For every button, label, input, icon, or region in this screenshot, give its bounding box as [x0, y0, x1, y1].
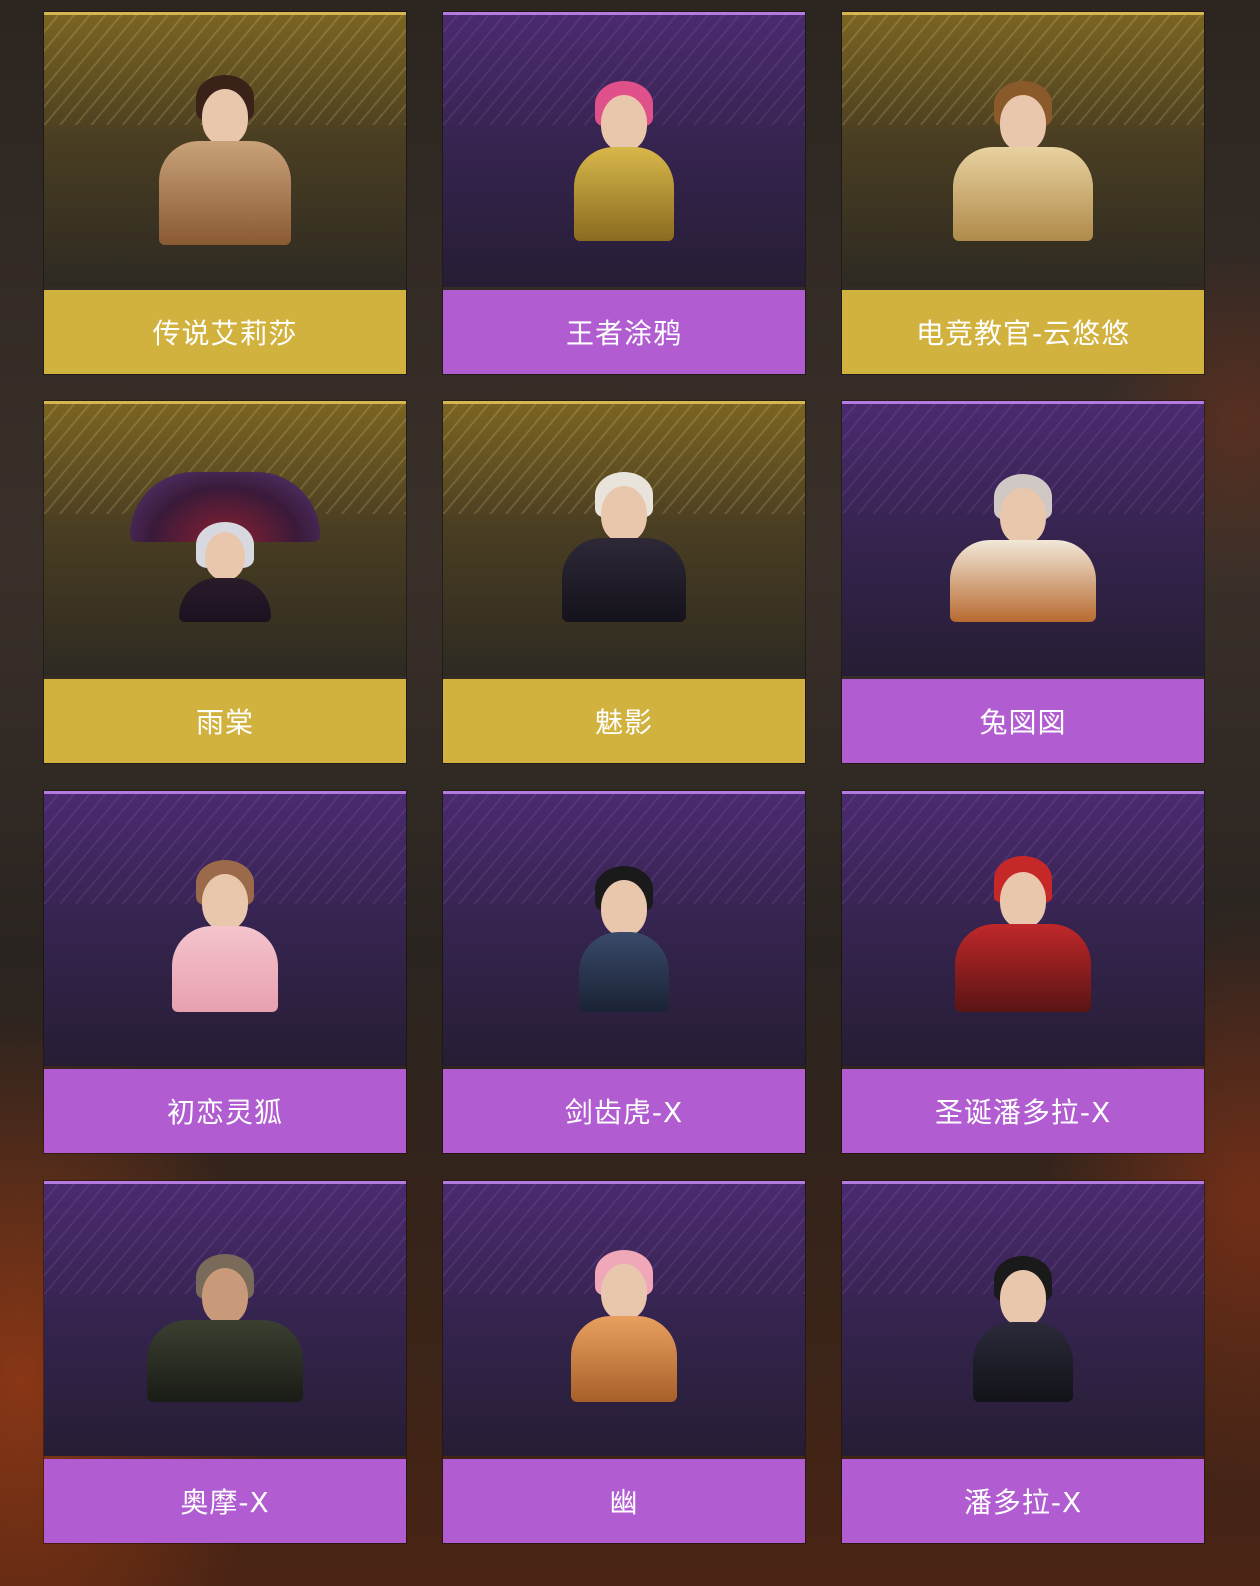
character-name: 传说艾莉莎 — [44, 290, 406, 374]
character-name: 魅影 — [443, 679, 805, 763]
character-name: 幽 — [443, 1459, 805, 1543]
character-portrait — [443, 12, 805, 287]
character-portrait — [443, 401, 805, 676]
character-card[interactable]: 奥摩-X — [44, 1181, 406, 1543]
character-portrait-icon — [170, 860, 280, 1012]
character-card[interactable]: 初恋灵狐 — [44, 791, 406, 1153]
character-portrait — [842, 1181, 1204, 1456]
character-portrait — [842, 401, 1204, 676]
character-portrait — [443, 791, 805, 1066]
character-card[interactable]: 王者涂鸦 — [443, 12, 805, 374]
character-grid: 传说艾莉莎 王者涂鸦 电竞教官-云悠悠 雨棠 魅影 兔図図 初恋灵狐 剑齿虎-X… — [0, 0, 1260, 1586]
character-portrait — [842, 791, 1204, 1066]
character-portrait-icon — [559, 472, 689, 622]
character-portrait — [842, 12, 1204, 287]
character-card[interactable]: 雨棠 — [44, 401, 406, 763]
character-portrait-icon — [576, 866, 672, 1012]
character-card[interactable]: 传说艾莉莎 — [44, 12, 406, 374]
character-portrait-icon — [953, 856, 1093, 1012]
character-name: 奥摩-X — [44, 1459, 406, 1543]
character-card[interactable]: 电竞教官-云悠悠 — [842, 12, 1204, 374]
character-name: 王者涂鸦 — [443, 290, 805, 374]
character-portrait — [44, 791, 406, 1066]
character-name: 兔図図 — [842, 679, 1204, 763]
character-portrait-icon — [155, 75, 295, 245]
character-name: 圣诞潘多拉-X — [842, 1069, 1204, 1153]
character-portrait-icon — [145, 1254, 305, 1402]
character-card[interactable]: 剑齿虎-X — [443, 791, 805, 1153]
character-name: 电竞教官-云悠悠 — [842, 290, 1204, 374]
character-name: 初恋灵狐 — [44, 1069, 406, 1153]
character-portrait — [443, 1181, 805, 1456]
character-name: 剑齿虎-X — [443, 1069, 805, 1153]
character-card[interactable]: 潘多拉-X — [842, 1181, 1204, 1543]
character-name: 潘多拉-X — [842, 1459, 1204, 1543]
character-card[interactable]: 魅影 — [443, 401, 805, 763]
character-name: 雨棠 — [44, 679, 406, 763]
character-card[interactable]: 幽 — [443, 1181, 805, 1543]
character-portrait-icon — [175, 522, 275, 622]
character-portrait-icon — [968, 1256, 1078, 1402]
character-portrait-icon — [948, 81, 1098, 241]
character-portrait-icon — [569, 81, 679, 241]
character-card[interactable]: 圣诞潘多拉-X — [842, 791, 1204, 1153]
character-portrait — [44, 12, 406, 287]
character-card[interactable]: 兔図図 — [842, 401, 1204, 763]
character-portrait — [44, 401, 406, 676]
character-portrait — [44, 1181, 406, 1456]
character-portrait-icon — [948, 474, 1098, 622]
character-portrait-icon — [569, 1250, 679, 1402]
